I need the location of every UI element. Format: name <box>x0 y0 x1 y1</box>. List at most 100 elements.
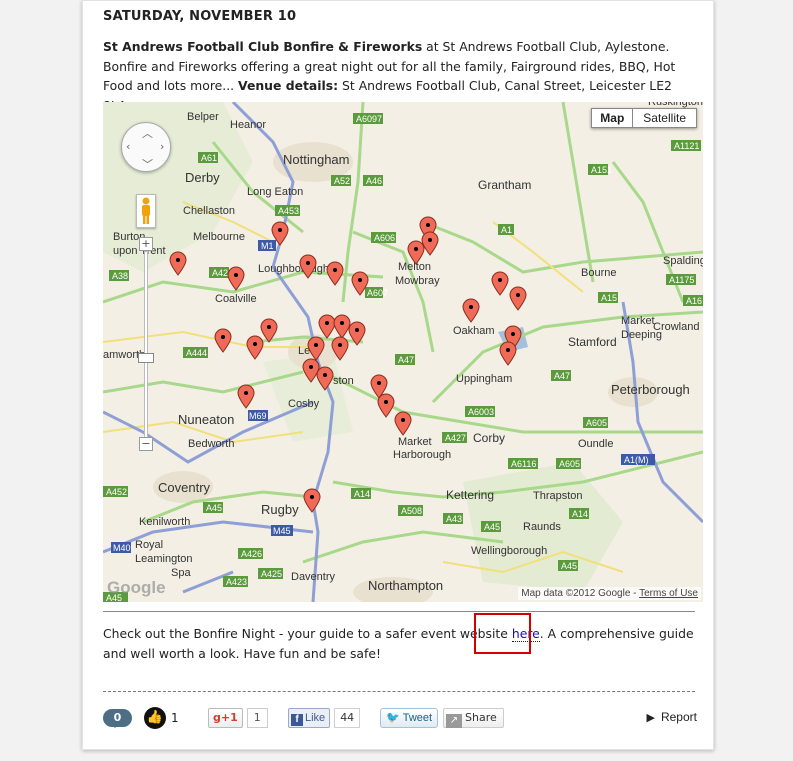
map-attribution: Map data ©2012 Google - Terms of Use <box>518 587 701 600</box>
svg-text:Bourne: Bourne <box>581 267 616 279</box>
svg-text:A444: A444 <box>186 348 207 358</box>
svg-text:Loughborough: Loughborough <box>258 263 329 275</box>
venue-label: Venue details: <box>238 78 339 93</box>
svg-text:A42: A42 <box>212 268 228 278</box>
date-heading: SATURDAY, NOVEMBER 10 <box>103 9 297 24</box>
highlight-box <box>474 613 531 654</box>
svg-text:Raunds: Raunds <box>523 521 561 533</box>
svg-text:A14: A14 <box>354 489 370 499</box>
svg-text:M45: M45 <box>273 526 291 536</box>
svg-text:Uppingham: Uppingham <box>456 373 512 385</box>
facebook-icon: f <box>291 714 303 726</box>
divider-dashed <box>103 691 695 692</box>
zoom-slider[interactable] <box>144 251 148 441</box>
facebook-like-label: Like <box>305 712 326 724</box>
svg-text:ston: ston <box>333 375 354 387</box>
svg-text:A45: A45 <box>561 561 577 571</box>
svg-text:A605: A605 <box>559 459 580 469</box>
svg-text:Coventry: Coventry <box>158 480 211 495</box>
svg-text:M40: M40 <box>113 543 131 553</box>
svg-text:Cosby: Cosby <box>288 398 320 410</box>
svg-text:A6003: A6003 <box>468 407 494 417</box>
svg-text:A6116: A6116 <box>511 459 536 469</box>
svg-text:Coalville: Coalville <box>215 293 257 305</box>
thumbs-up-icon[interactable]: 👍 <box>144 707 166 729</box>
svg-text:A45: A45 <box>484 522 500 532</box>
pan-up-icon[interactable]: ︿ <box>142 125 153 141</box>
map-data-text: Map data ©2012 Google - <box>521 588 640 599</box>
facebook-widget: f Like 44 <box>288 708 361 728</box>
svg-text:M1: M1 <box>261 241 274 251</box>
facebook-like-button[interactable]: f Like <box>288 708 331 728</box>
zoom-out-button[interactable]: − <box>139 437 153 451</box>
pan-control[interactable]: ︿ ﹀ ‹ › <box>121 122 171 172</box>
svg-text:A1175: A1175 <box>669 275 694 285</box>
svg-text:Long Eaton: Long Eaton <box>247 186 303 198</box>
svg-text:Oundle: Oundle <box>578 438 613 450</box>
svg-text:A453: A453 <box>278 206 299 216</box>
svg-text:Melbourne: Melbourne <box>193 231 245 243</box>
map-type-control: Map Satellite <box>591 108 697 128</box>
svg-text:Oakham: Oakham <box>453 325 495 337</box>
svg-text:A607: A607 <box>367 288 388 298</box>
facebook-like-count: 44 <box>334 708 361 728</box>
svg-text:Derby: Derby <box>185 170 220 185</box>
svg-text:A14: A14 <box>572 509 588 519</box>
share-bar: 0 👍 1 g+1 1 f Like 44 🐦 Tweet ↗ Share ▶ Repo… <box>103 707 697 733</box>
svg-text:A38: A38 <box>112 271 128 281</box>
svg-text:A47: A47 <box>554 371 570 381</box>
pegman-icon[interactable] <box>136 194 156 228</box>
svg-text:A43: A43 <box>446 514 462 524</box>
town-label: Belper <box>187 111 219 123</box>
svg-text:Chellaston: Chellaston <box>183 205 235 217</box>
svg-text:Royal: Royal <box>135 539 163 551</box>
svg-text:A15: A15 <box>601 293 617 303</box>
share-icon: ↗ <box>446 714 462 728</box>
report-button[interactable]: ▶ Report <box>647 710 698 724</box>
svg-text:Thrapston: Thrapston <box>533 490 583 502</box>
tweet-button[interactable]: 🐦 Tweet <box>380 708 439 728</box>
svg-text:A605: A605 <box>586 418 607 428</box>
map-canvas[interactable]: Belper Heanor Nottingham Derby Long Eato… <box>103 102 703 602</box>
svg-text:A1(M): A1(M) <box>624 455 649 465</box>
zoom-slider-thumb[interactable] <box>138 353 154 363</box>
gplus-button[interactable]: g+1 <box>208 708 243 728</box>
svg-text:Wellingborough: Wellingborough <box>471 545 547 557</box>
pan-down-icon[interactable]: ﹀ <box>142 156 153 172</box>
comment-count-bubble[interactable]: 0 <box>103 709 132 728</box>
svg-text:M69: M69 <box>249 411 267 421</box>
svg-text:Stamford: Stamford <box>568 335 617 349</box>
svg-text:Daventry: Daventry <box>291 571 336 583</box>
embedded-map[interactable]: Belper Heanor Nottingham Derby Long Eato… <box>103 102 703 602</box>
satellite-button[interactable]: Satellite <box>633 108 697 128</box>
svg-text:Nottingham: Nottingham <box>283 152 349 167</box>
body-text-before: Check out the Bonfire Night - your guide… <box>103 626 512 641</box>
gplus-label: +1 <box>220 711 238 724</box>
terms-of-use-link[interactable]: Terms of Use <box>639 588 698 599</box>
svg-text:A45: A45 <box>206 503 222 513</box>
svg-text:Crowland: Crowland <box>653 321 699 333</box>
svg-text:Bedworth: Bedworth <box>188 438 234 450</box>
event-name: St Andrews Football Club Bonfire & Firew… <box>103 39 423 54</box>
pan-right-icon[interactable]: › <box>160 140 164 153</box>
svg-text:Peterborough: Peterborough <box>611 382 690 397</box>
pan-left-icon[interactable]: ‹ <box>126 140 130 153</box>
svg-text:A1121: A1121 <box>674 141 699 151</box>
share-button[interactable]: ↗ Share <box>443 708 504 728</box>
gplus-count: 1 <box>246 708 268 728</box>
zoom-in-button[interactable]: + <box>139 237 153 251</box>
report-label: Report <box>660 710 697 724</box>
svg-text:Mowbray: Mowbray <box>395 275 440 287</box>
like-count: 1 <box>171 711 179 725</box>
map-button[interactable]: Map <box>591 108 634 128</box>
body-text: Check out the Bonfire Night - your guide… <box>103 624 697 664</box>
svg-text:A47: A47 <box>398 355 414 365</box>
svg-text:A452: A452 <box>106 487 127 497</box>
svg-text:Corby: Corby <box>473 431 505 445</box>
zoom-control: + − <box>138 237 154 457</box>
svg-text:A425: A425 <box>261 569 282 579</box>
svg-text:Kenilworth: Kenilworth <box>139 516 190 528</box>
svg-text:Leamington: Leamington <box>135 553 193 565</box>
svg-text:A151: A151 <box>591 165 612 175</box>
gplus-widget: g+1 1 <box>208 708 268 728</box>
